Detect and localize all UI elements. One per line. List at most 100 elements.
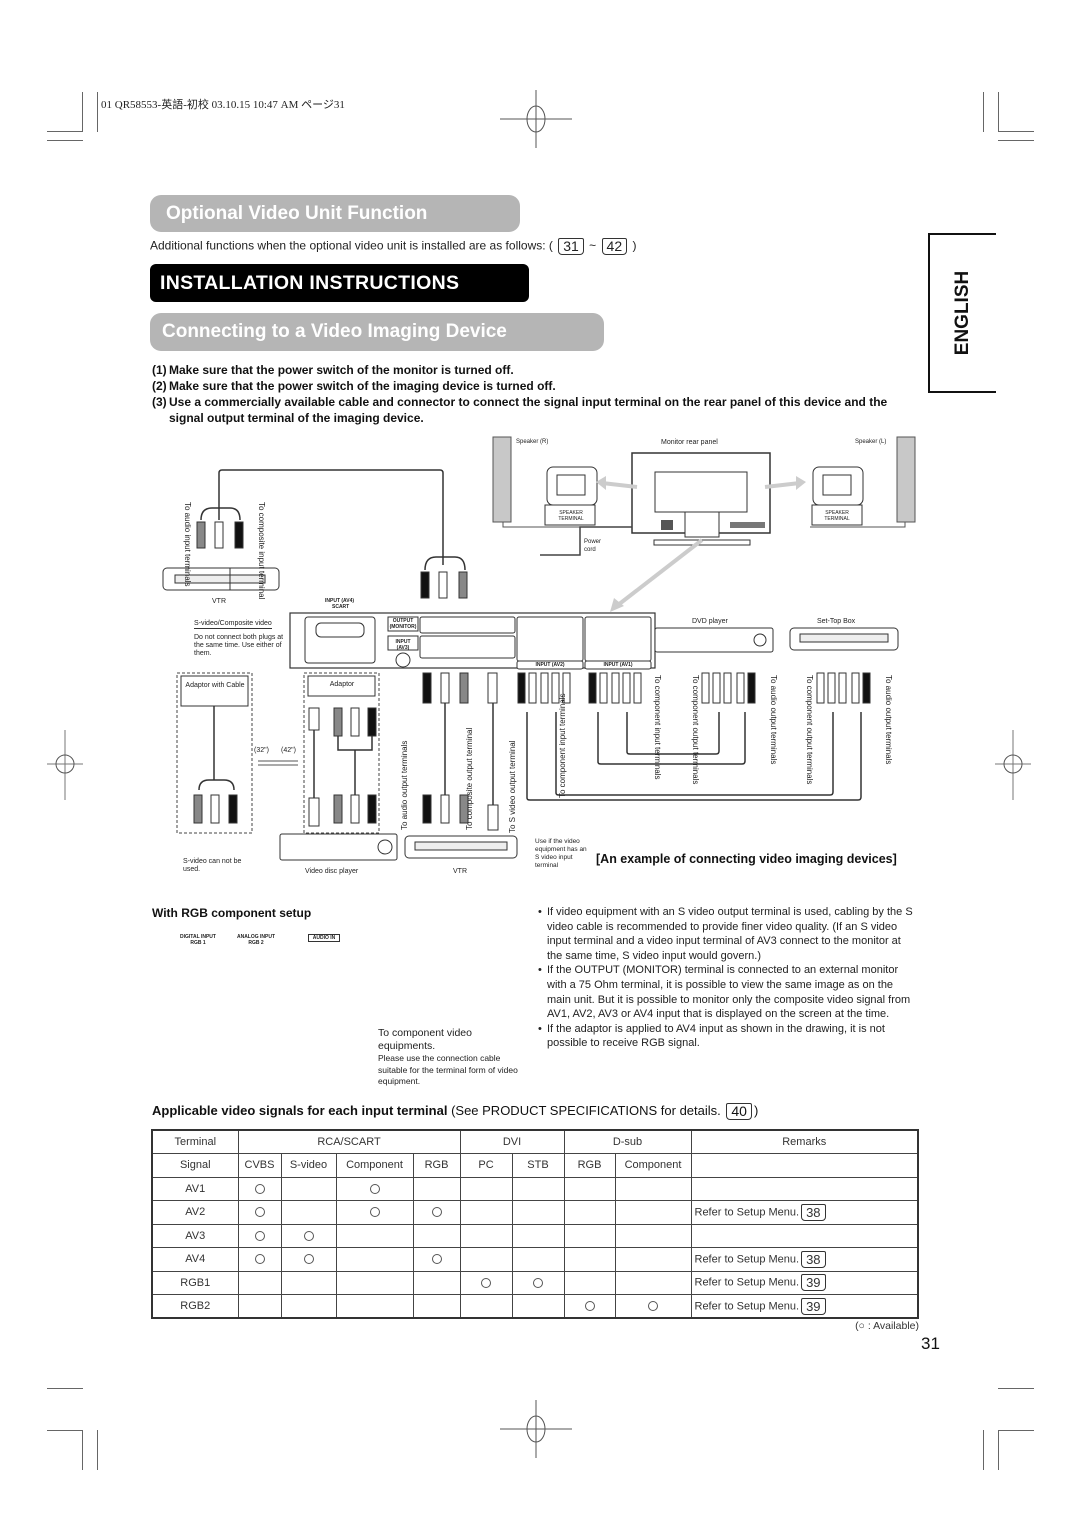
signal-cell: [412, 1247, 461, 1272]
row-terminal-name: AV1: [151, 1176, 239, 1201]
available-circle-icon: [369, 1183, 380, 1194]
signal-cell: [563, 1200, 616, 1225]
remarks-cell: Refer to Setup Menu. 38: [690, 1247, 919, 1272]
signal-cell: [335, 1176, 414, 1201]
available-circle-icon: [481, 1277, 491, 1288]
page-ref-40[interactable]: 40: [726, 1103, 752, 1121]
label-speaker-l: Speaker (L): [855, 439, 887, 445]
row-terminal-name: AV3: [151, 1223, 239, 1248]
available-circle-icon: [254, 1230, 265, 1241]
signal-cell: [237, 1247, 282, 1272]
page-ref[interactable]: 39: [801, 1297, 826, 1315]
signal-cell: [563, 1176, 616, 1201]
label-speaker-terminal-r: SPEAKER TERMINAL: [558, 510, 584, 522]
label-input-av2: INPUT (AV2): [535, 662, 565, 668]
label-speaker-terminal-l: SPEAKER TERMINAL: [824, 510, 850, 522]
label-vtr-top: VTR: [212, 598, 226, 605]
signal-cell: [412, 1200, 461, 1225]
signal-cell: [237, 1200, 282, 1225]
signal-cell: [459, 1176, 513, 1201]
available-legend: (○ : Available): [855, 1320, 919, 1332]
header-stb: STB: [511, 1153, 565, 1178]
signal-cell: [280, 1294, 337, 1319]
remarks-cell: [690, 1223, 919, 1248]
label-size-42: (42"): [281, 747, 296, 754]
available-circle-icon: [431, 1254, 442, 1265]
label-dvd-player: DVD player: [692, 618, 728, 625]
remarks-cell: Refer to Setup Menu. 38: [690, 1200, 919, 1225]
notes-list: • If video equipment with an S video outp…: [538, 905, 918, 1051]
label-input-av3: INPUT (AV3): [395, 639, 411, 651]
header-empty: [690, 1153, 919, 1178]
available-circle-icon: [648, 1301, 658, 1312]
signal-cell: [335, 1270, 414, 1295]
signal-cell: [563, 1247, 616, 1272]
table-subheader-row: Signal CVBS S-video Component RGB PC STB…: [151, 1153, 919, 1178]
row-terminal-name: RGB1: [151, 1270, 239, 1295]
label-digital-input: DIGITAL INPUT RGB 1: [180, 934, 216, 946]
speaker-l-body: [896, 436, 916, 523]
note-item: • If video equipment with an S video outp…: [538, 905, 918, 963]
label-input-av1: INPUT (AV1): [603, 662, 633, 668]
label-to-component-output-stb: To component output terminals: [805, 675, 814, 785]
signal-cell: [335, 1294, 414, 1319]
table-row: RGB2 Refer to Setup Menu. 39: [151, 1294, 919, 1319]
label-speaker-r: Speaker (R): [516, 439, 549, 445]
label-power-cord: Power cord: [584, 539, 602, 553]
label-to-component-input: To component input terminals: [558, 693, 567, 799]
signal-cell: [335, 1247, 414, 1272]
header-dvi: DVI: [459, 1129, 565, 1154]
signal-cell: [459, 1294, 513, 1319]
header-s-video: S-video: [280, 1153, 337, 1178]
signal-cell: [511, 1270, 565, 1295]
note-text: If the adaptor is applied to AV4 input a…: [547, 1022, 885, 1050]
applicable-bold: Applicable video signals for each input …: [152, 1103, 448, 1118]
page-ref[interactable]: 38: [801, 1250, 826, 1268]
row-terminal-name: RGB2: [151, 1294, 239, 1319]
signal-cell: [563, 1270, 616, 1295]
signal-cell: [459, 1270, 513, 1295]
label-to-audio-output: To audio output terminals: [400, 740, 409, 830]
label-to-component-output-dvd: To component output terminals: [691, 675, 700, 785]
row-terminal-name: AV2: [151, 1200, 239, 1225]
signal-cell: [511, 1176, 565, 1201]
signal-cell: [280, 1270, 337, 1295]
signal-cell: [563, 1294, 616, 1319]
label-monitor-rear: Monitor rear panel: [661, 439, 718, 446]
label-svideo-cannot: S-video can not be used.: [183, 858, 242, 873]
page-number: 31: [921, 1334, 940, 1353]
header-component: Component: [335, 1153, 414, 1178]
header-remarks: Remarks: [690, 1129, 919, 1154]
table-header-row: Terminal RCA/SCART DVI D-sub Remarks: [151, 1129, 919, 1154]
signal-cell: [412, 1270, 461, 1295]
signal-table: Terminal RCA/SCART DVI D-sub Remarks Sig…: [151, 1129, 919, 1319]
page-ref[interactable]: 39: [801, 1274, 826, 1292]
signal-cell: [614, 1176, 692, 1201]
applicable-close: ): [753, 1103, 759, 1118]
label-set-top-box: Set-Top Box: [817, 618, 856, 625]
remarks-cell: Refer to Setup Menu. 39: [690, 1270, 919, 1295]
header-rca-scart: RCA/SCART: [237, 1129, 461, 1154]
signal-cell: [614, 1294, 692, 1319]
header-terminal: Terminal: [151, 1129, 239, 1154]
signal-cell: [563, 1223, 616, 1248]
available-circle-icon: [254, 1207, 265, 1218]
available-circle-icon: [254, 1183, 265, 1194]
label-adaptor-with-cable: Adaptor with Cable: [185, 682, 245, 689]
page-ref[interactable]: 38: [801, 1203, 826, 1221]
signal-cell: [412, 1223, 461, 1248]
signal-cell: [237, 1270, 282, 1295]
label-vtr-bottom: VTR: [453, 868, 467, 875]
label-to-s-video-output: To S video output terminal: [508, 740, 517, 834]
row-terminal-name: AV4: [151, 1247, 239, 1272]
signal-cell: [459, 1200, 513, 1225]
signal-cell: [237, 1176, 282, 1201]
rgb-to-component: To component video equipments.: [378, 1027, 472, 1052]
header-cvbs: CVBS: [237, 1153, 282, 1178]
signal-cell: [335, 1223, 414, 1248]
label-to-audio-output-stb: To audio output terminals: [884, 675, 893, 765]
label-adaptor: Adaptor: [329, 681, 355, 688]
label-to-audio-input: To audio input terminals: [183, 502, 192, 587]
available-circle-icon: [369, 1207, 380, 1218]
remark-text: Refer to Setup Menu.: [694, 1276, 800, 1289]
